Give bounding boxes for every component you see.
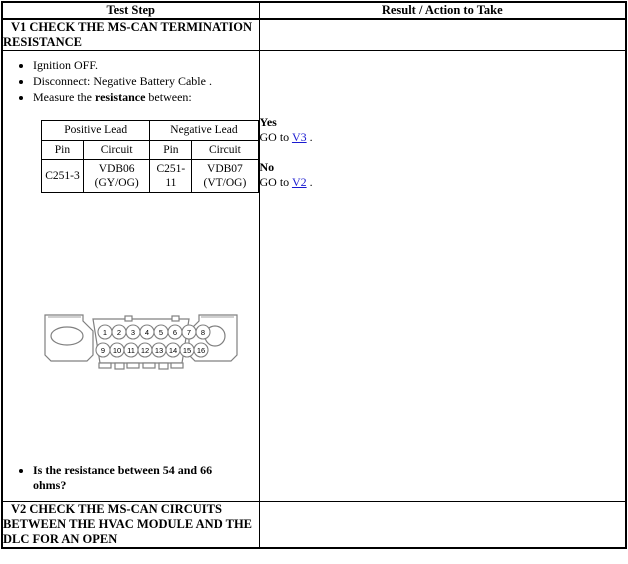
lead-col-header-pin-positive: Pin <box>41 140 84 160</box>
v1-step-list: Ignition OFF. Disconnect: Negative Batte… <box>3 58 259 105</box>
pin-label: 3 <box>131 328 135 337</box>
v2-title-result-blank <box>258 501 627 549</box>
v1-question-list: Is the resistance between 54 and 66 ohms… <box>3 463 259 493</box>
lead-table-wrapper: Positive Lead Negative Lead Pin Circuit … <box>3 106 259 193</box>
v1-question-text: Is the resistance between 54 and 66 ohms… <box>33 463 259 493</box>
pin-label: 10 <box>113 346 121 355</box>
pin-label: 2 <box>117 328 121 337</box>
pin-label: 16 <box>197 346 205 355</box>
lead-group-header-row: Positive Lead Negative Lead <box>40 120 259 141</box>
pin-label: 6 <box>173 328 177 337</box>
v1-step-content: Ignition OFF. Disconnect: Negative Batte… <box>1 50 260 502</box>
list-item: Disconnect: Negative Battery Cable . <box>33 74 259 89</box>
result-yes-label: Yes <box>259 115 277 129</box>
pin-label: 15 <box>183 346 191 355</box>
diagnostic-procedure-table: Test Step Result / Action to Take V1 CHE… <box>1 1 627 549</box>
lead-col-header-pin-negative: Pin <box>149 140 193 160</box>
cell-negative-circuit: VDB07 (VT/OG) <box>191 159 259 193</box>
goto-prefix: GO to <box>259 175 292 189</box>
list-item: Measure the resistance between: <box>33 90 259 105</box>
goto-suffix: . <box>306 175 313 189</box>
v1-body-row: Ignition OFF. Disconnect: Negative Batte… <box>1 50 627 502</box>
pin-label: 11 <box>127 346 135 355</box>
cell-negative-circuit-color: (VT/OG) <box>203 177 247 189</box>
result-gap <box>260 145 626 160</box>
dlc-16-pin-connector-icon: 1 2 3 4 5 6 7 8 9 10 11 12 13 14 15 16 <box>44 314 238 370</box>
cell-positive-pin: C251-3 <box>41 159 84 193</box>
cell-positive-circuit-code: VDB06 <box>98 163 135 175</box>
measure-bold-resistance: resistance <box>94 90 146 104</box>
v1-title-row: V1 CHECK THE MS-CAN TERMINATION RESISTAN… <box>1 18 627 51</box>
column-header-result-action: Result / Action to Take <box>258 1 627 20</box>
result-no-action: GO to V2 . <box>260 175 626 190</box>
pin-label: 13 <box>155 346 163 355</box>
pin-label: 1 <box>103 328 107 337</box>
v1-title-result-blank <box>258 18 627 51</box>
lead-group-negative: Negative Lead <box>149 120 259 141</box>
cell-positive-circuit: VDB06 (GY/OG) <box>82 159 151 193</box>
pin-label: 4 <box>145 328 149 337</box>
v1-step-title: V1 CHECK THE MS-CAN TERMINATION RESISTAN… <box>1 18 260 51</box>
cell-positive-circuit-color: (GY/OG) <box>94 177 139 189</box>
result-top-spacer <box>260 51 626 115</box>
pin-label: 9 <box>101 346 105 355</box>
link-v3[interactable]: V3 <box>292 130 307 144</box>
pin-label: 7 <box>187 328 191 337</box>
v2-step-title: V2 CHECK THE MS-CAN CIRCUITS BETWEEN THE… <box>1 501 260 549</box>
table-row: C251-3 VDB06 (GY/OG) C251-11 VDB07 (VT/O… <box>41 159 259 193</box>
v2-title-row: V2 CHECK THE MS-CAN CIRCUITS BETWEEN THE… <box>1 501 627 549</box>
lead-pin-circuit-table: Positive Lead Negative Lead Pin Circuit … <box>40 120 259 193</box>
pin-label: 12 <box>141 346 149 355</box>
lead-col-header-circuit-positive: Circuit <box>82 140 151 160</box>
measure-prefix: Measure the <box>33 90 95 104</box>
cell-negative-pin: C251-11 <box>149 159 193 193</box>
goto-prefix: GO to <box>259 130 292 144</box>
measure-suffix: between: <box>145 90 192 104</box>
pin-label: 14 <box>169 346 177 355</box>
lead-col-header-circuit-negative: Circuit <box>191 140 259 160</box>
result-no-label: No <box>259 160 275 174</box>
result-yes-action: GO to V3 . <box>260 130 626 145</box>
link-v2[interactable]: V2 <box>292 175 307 189</box>
pin-label: 8 <box>201 328 205 337</box>
lead-group-positive: Positive Lead <box>40 120 151 141</box>
goto-suffix: . <box>306 130 313 144</box>
list-item: Ignition OFF. <box>33 58 259 73</box>
column-header-test-step: Test Step <box>1 1 260 20</box>
lead-column-header-row: Pin Circuit Pin Circuit <box>41 140 259 160</box>
cell-negative-circuit-code: VDB07 <box>207 163 243 175</box>
table-header-row: Test Step Result / Action to Take <box>1 1 627 20</box>
v1-result-content: Yes GO to V3 . No GO to V2 . <box>258 50 627 502</box>
pin-label: 5 <box>159 328 163 337</box>
connector-diagram-wrapper: 1 2 3 4 5 6 7 8 9 10 11 12 13 14 15 16 <box>3 301 259 421</box>
